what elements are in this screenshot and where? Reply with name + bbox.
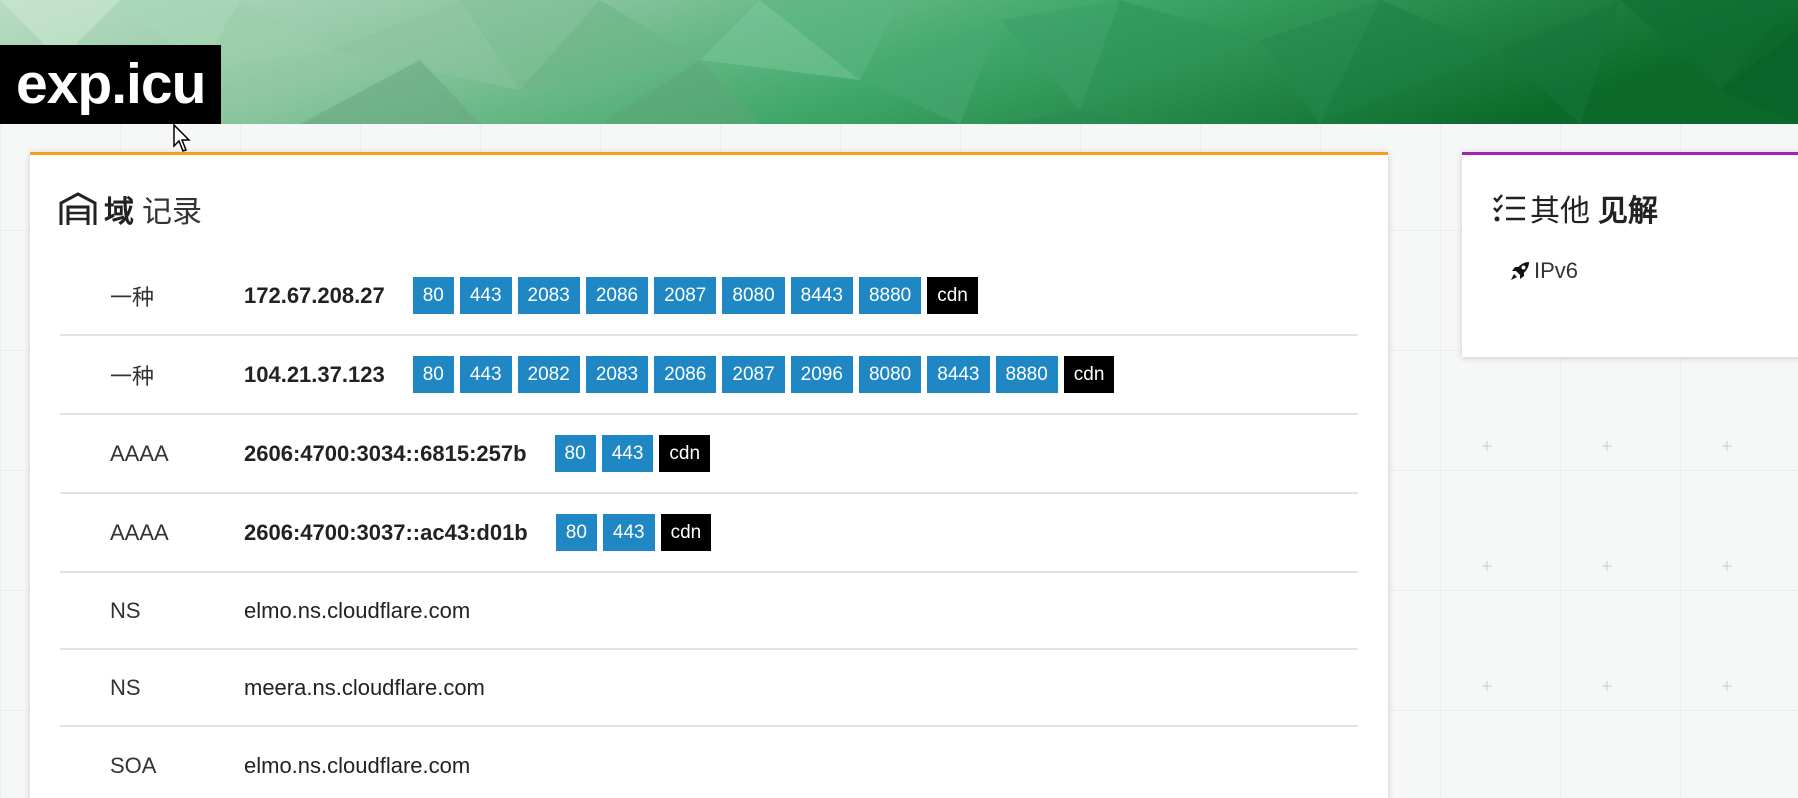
port-badge[interactable]: 2083 bbox=[517, 277, 580, 314]
rocket-icon bbox=[1511, 262, 1529, 280]
port-badge[interactable]: 2096 bbox=[790, 356, 853, 393]
record-value: elmo.ns.cloudflare.com bbox=[244, 752, 471, 778]
port-badge[interactable]: 443 bbox=[601, 435, 654, 472]
record-type: NS bbox=[110, 597, 141, 623]
port-badge[interactable]: 2086 bbox=[585, 277, 649, 314]
port-badge[interactable]: 8443 bbox=[790, 277, 853, 314]
port-badge[interactable]: 443 bbox=[459, 277, 512, 314]
port-badge[interactable]: 80 bbox=[412, 356, 454, 393]
port-badge[interactable]: 8080 bbox=[858, 356, 922, 393]
insights-heading: 其他 见解 bbox=[1492, 188, 1658, 228]
record-value: 2606:4700:3037::ac43:d01b bbox=[244, 519, 528, 545]
port-badge[interactable]: 8880 bbox=[995, 356, 1058, 393]
records-list: 一种 172.67.208.27 80 443 2083 2086 2087 8080 8443… bbox=[60, 257, 1358, 798]
insights-heading-light: 其他 bbox=[1530, 195, 1590, 228]
record-type: AAAA bbox=[110, 519, 169, 545]
polygon-background bbox=[0, 0, 1798, 124]
port-badge[interactable]: 443 bbox=[602, 514, 655, 551]
record-value: 172.67.208.27 bbox=[244, 282, 385, 308]
record-value: 104.21.37.123 bbox=[244, 361, 385, 387]
cdn-badge[interactable]: cdn bbox=[1063, 356, 1115, 393]
record-value: elmo.ns.cloudflare.com bbox=[244, 597, 471, 623]
cdn-badge[interactable]: cdn bbox=[927, 277, 978, 314]
record-value: meera.ns.cloudflare.com bbox=[244, 674, 485, 700]
port-badges: 80 443 2083 2086 2087 8080 8443 8880 cdn bbox=[412, 277, 978, 314]
port-badge[interactable]: 2082 bbox=[517, 356, 580, 393]
insight-item-ipv6[interactable]: IPv6 bbox=[1508, 258, 1578, 284]
port-badge[interactable]: 2087 bbox=[722, 356, 785, 393]
dns-records-heading: 域 记录 bbox=[58, 189, 202, 229]
port-badge[interactable]: 8080 bbox=[722, 277, 785, 314]
record-type: 一种 bbox=[110, 363, 155, 389]
record-type: AAAA bbox=[110, 440, 169, 466]
site-title[interactable]: exp.icu bbox=[0, 45, 222, 124]
insights-heading-bold: 见解 bbox=[1598, 195, 1658, 228]
background-crosses bbox=[1482, 441, 1732, 691]
port-badge[interactable]: 2087 bbox=[654, 277, 717, 314]
mouse-cursor-icon bbox=[173, 124, 191, 152]
port-badge[interactable]: 80 bbox=[555, 514, 597, 551]
port-badge[interactable]: 2083 bbox=[585, 356, 649, 393]
dns-records-card: 域 记录 一种 172.67.208.27 80 443 2083 2086 2087 808… bbox=[30, 152, 1388, 798]
record-row: AAAA 2606:4700:3037::ac43:d01b 80 443 cdn bbox=[60, 494, 1358, 573]
header-banner bbox=[0, 0, 1798, 124]
port-badges: 80 443 2082 2083 2086 2087 2096 8080 8443 8880 cdn bbox=[412, 356, 1115, 393]
other-insights-card: 其他 见解 IPv6 bbox=[1462, 152, 1798, 357]
port-badge[interactable]: 8443 bbox=[927, 356, 990, 393]
port-badges: 80 443 cdn bbox=[554, 435, 711, 472]
insight-item-label: IPv6 bbox=[1534, 258, 1579, 283]
cdn-badge[interactable]: cdn bbox=[660, 514, 712, 551]
port-badge[interactable]: 80 bbox=[554, 435, 596, 472]
record-row: AAAA 2606:4700:3034::6815:257b 80 443 cdn bbox=[60, 415, 1358, 494]
record-row: NS meera.ns.cloudflare.com bbox=[60, 650, 1358, 727]
record-row: NS elmo.ns.cloudflare.com bbox=[60, 573, 1358, 650]
record-row: 一种 172.67.208.27 80 443 2083 2086 2087 8080 8443… bbox=[60, 257, 1358, 336]
record-row: SOA elmo.ns.cloudflare.com bbox=[60, 727, 1358, 798]
heading-light-text: 记录 bbox=[142, 196, 202, 229]
port-badge[interactable]: 8880 bbox=[858, 277, 922, 314]
heading-bold-text: 域 bbox=[104, 196, 134, 229]
record-value: 2606:4700:3034::6815:257b bbox=[244, 440, 527, 466]
port-badges: 80 443 cdn bbox=[555, 514, 712, 551]
record-type: 一种 bbox=[110, 284, 155, 310]
garage-icon bbox=[59, 192, 97, 225]
port-badge[interactable]: 443 bbox=[459, 356, 512, 393]
record-row: 一种 104.21.37.123 80 443 2082 2083 2086 2087 2096… bbox=[60, 336, 1358, 415]
record-type: NS bbox=[110, 674, 141, 700]
port-badge[interactable]: 80 bbox=[412, 277, 454, 314]
checklist-icon bbox=[1493, 194, 1525, 222]
port-badge[interactable]: 2086 bbox=[654, 356, 717, 393]
cdn-badge[interactable]: cdn bbox=[659, 435, 711, 472]
record-type: SOA bbox=[110, 752, 157, 778]
